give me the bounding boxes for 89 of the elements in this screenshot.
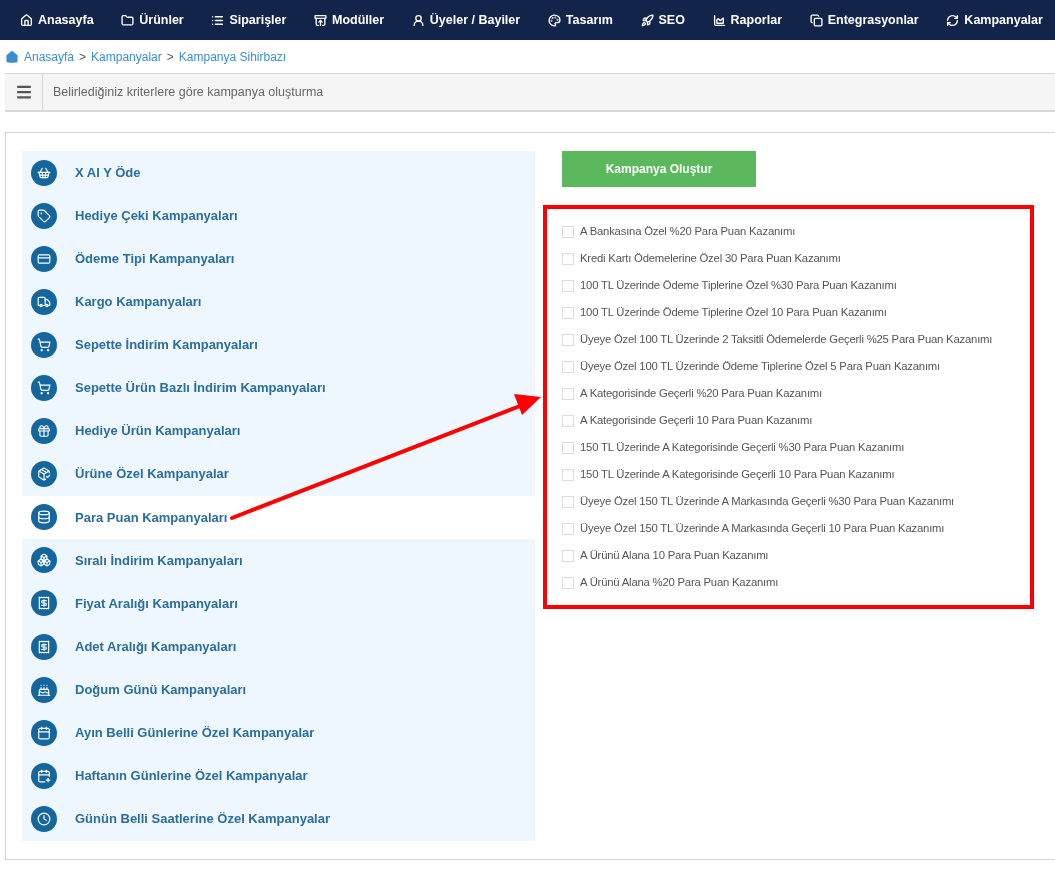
box-icon [314,13,328,27]
breadcrumb-separator: > [166,48,174,66]
option-label: 100 TL Üzerinde Ödeme Tiplerine Özel 10 Para Puan Kazanımı [580,305,887,321]
option-label: 150 TL Üzerinde A Kategorisinde Geçerli %30 Para Puan Kazanımı [580,440,905,456]
breadcrumb-link[interactable]: Kampanyalar [91,47,162,66]
checkbox[interactable] [562,279,574,292]
package-check-icon [31,461,57,488]
nav-link[interactable]: Ürünler [121,10,184,30]
category-label: Sepette Ürün Bazlı İndirim Kampanyaları [75,379,326,398]
category-item[interactable]: Para Puan Kampanyaları [22,495,535,539]
nav-link[interactable]: Entegrasyonlar [809,10,919,30]
category-label: Para Puan Kampanyaları [75,508,228,527]
category-label: Haftanın Günlerine Özel Kampanyalar [75,767,308,786]
nav-link[interactable]: SEO [640,10,685,30]
nav-link[interactable]: Modüller [314,10,385,30]
breadcrumb-separator: > [79,48,87,66]
windows-icon [809,13,823,27]
clock-icon [31,805,57,832]
chart-icon [712,13,726,27]
cake-icon [31,676,57,703]
nav-link[interactable]: Kampanyalar [946,10,1043,30]
category-label: Kargo Kampanyaları [75,293,202,312]
category-label: Hediye Ürün Kampanyaları [75,422,241,441]
calendar-icon [31,719,57,746]
gift-icon [31,418,57,445]
truck-icon [31,288,57,315]
receipt-icon [31,590,57,617]
option-label: A Kategorisinde Geçerli %20 Para Puan Kazanımı [580,386,822,402]
checkbox[interactable] [562,333,574,346]
checkbox[interactable] [562,576,574,589]
category-label: Ayın Belli Günlerine Özel Kampanyalar [75,724,315,742]
nav-link[interactable]: Siparişler [211,10,287,30]
refresh-icon [946,13,960,27]
checkbox[interactable] [562,549,574,562]
option-label: Üyeye Özel 100 TL Üzerinde 2 Taksitli Ödemelerde Geçerli %25 Para Puan Kazanımı [580,332,993,348]
menu-icon[interactable] [14,83,33,101]
tag-icon [31,202,57,229]
checkbox[interactable] [562,495,574,508]
checkbox[interactable] [562,468,574,481]
option-label: 150 TL Üzerinde A Kategorisinde Geçerli 10 Para Puan Kazanımı [580,467,895,483]
basket-icon [31,159,57,186]
option-label: A Bankasına Özel %20 Para Puan Kazanımı [580,224,796,240]
breadcrumb-link[interactable]: Kampanya Sihirbazı [178,47,287,66]
category-label: Fiyat Aralığı Kampanyaları [75,594,238,613]
folder-icon [121,13,135,27]
boxes-icon [31,547,57,574]
checkbox[interactable] [562,306,574,319]
coins-icon [31,504,57,531]
card-icon [31,245,57,272]
checkbox[interactable] [562,441,574,454]
calendar-plus-icon [31,762,57,789]
nav-link[interactable]: Üyeler / Bayiler [411,10,521,30]
home-icon [20,13,33,27]
option-label: A Kategorisinde Geçerli 10 Para Puan Kazanımı [580,413,813,429]
checkbox[interactable] [562,360,574,373]
option-label: Üyeye Özel 100 TL Üzerinde Ödeme Tiplerine Özel 5 Para Puan Kazanımı [580,359,940,375]
checkbox[interactable] [562,414,574,427]
category-label: Hediye Çeki Kampanyaları [75,206,238,225]
nav-link[interactable]: Raporlar [712,10,782,30]
breadcrumb-link[interactable]: Anasayfa [24,47,75,66]
option-label: Kredi Kartı Ödemelerine Özel 30 Para Puan Kazanımı [580,251,841,267]
cart-icon [31,375,57,401]
option-label: Üyeye Özel 150 TL Üzerinde A Markasında Geçerli 10 Para Puan Kazanımı [580,521,945,537]
rocket-icon [640,13,654,27]
home-icon [5,49,19,64]
category-label: Adet Aralığı Kampanyaları [75,637,237,656]
cart-icon [31,331,57,358]
nav-link[interactable]: Tasarım [547,10,613,30]
category-label: Doğum Günü Kampanyaları [75,680,247,699]
palette-icon [547,13,561,27]
page-title: Belirlediğiniz kriterlere göre kampanya oluşturma [52,83,324,101]
list-icon [211,13,225,27]
option-label: A Ürünü Alana %20 Para Puan Kazanımı [580,575,779,591]
category-label: Günün Belli Saatlerine Özel Kampanyalar [75,810,331,829]
checkbox[interactable] [562,522,574,535]
checkbox[interactable] [562,225,574,238]
category-label: X Al Y Öde [75,163,141,182]
category-label: Ödeme Tipi Kampanyaları [75,250,235,268]
option-label: Üyeye Özel 150 TL Üzerinde A Markasında Geçerli %30 Para Puan Kazanımı [580,494,955,510]
option-label: 100 TL Üzerinde Ödeme Tiplerine Özel %30 Para Puan Kazanımı [580,278,897,294]
nav-link[interactable]: Anasayfa [20,10,94,30]
option-label: A Ürünü Alana 10 Para Puan Kazanımı [580,548,769,564]
category-label: Sepette İndirim Kampanyaları [75,336,258,355]
user-icon [411,13,425,27]
category-label: Ürüne Özel Kampanyalar [75,465,229,484]
checkbox[interactable] [562,252,574,265]
checkbox[interactable] [562,387,574,400]
receipt-icon [31,633,57,660]
category-label: Sıralı İndirim Kampanyaları [75,551,243,570]
